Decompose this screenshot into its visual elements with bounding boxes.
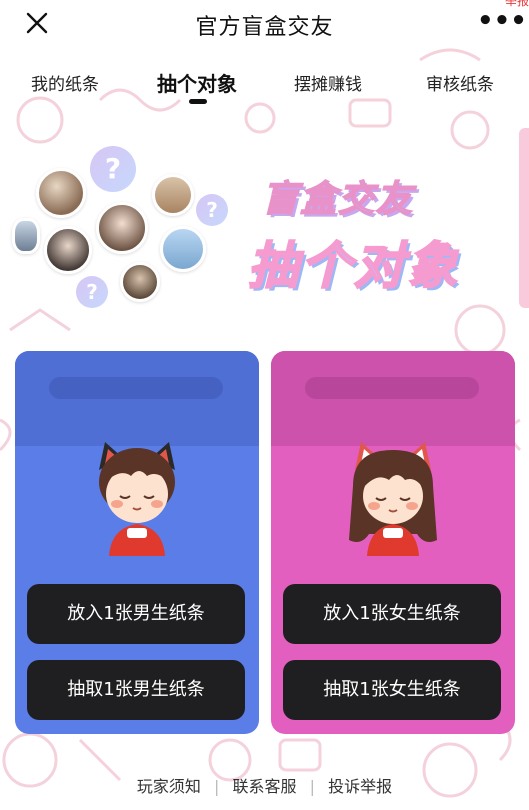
male-card: 放入1张男生纸条 抽取1张男生纸条 [15,351,259,734]
banner-side-strip [519,128,529,308]
avatar [152,174,194,216]
draw-female-note-button[interactable]: 抽取1张女生纸条 [283,660,501,720]
more-icon: ••• [477,6,527,36]
boy-avatar-icon [99,442,175,556]
tab-stall-earn[interactable]: 摆摊赚钱 [294,70,362,95]
avatar [44,226,92,274]
avatar [36,168,86,218]
tab-my-notes[interactable]: 我的纸条 [31,70,99,95]
active-tab-indicator [189,99,207,104]
avatar [160,226,206,272]
title-bar: 官方盲盒交友 举报 ••• [0,0,529,46]
card-header [271,351,515,446]
question-bubble: ? [196,194,228,226]
banner-title: 盲盒交友 [261,178,415,221]
tab-review-notes[interactable]: 审核纸条 [426,70,494,95]
banner-subtitle: 抽个对象 [247,236,460,296]
complaint-report-link[interactable]: 投诉举报 [328,773,392,797]
avatar [12,218,40,254]
card-slot [49,377,223,399]
card-slot [305,377,479,399]
female-card: 放入1张女生纸条 抽取1张女生纸条 [271,351,515,734]
page-title: 官方盲盒交友 [195,15,334,40]
girl-avatar-icon [349,442,437,556]
tab-draw-partner[interactable]: 抽个对象 [157,68,237,97]
question-bubble: ? [90,146,136,192]
contact-support-link[interactable]: 联系客服 [232,773,296,797]
put-male-note-button[interactable]: 放入1张男生纸条 [27,584,245,644]
hero-banner: ? ? ? 盲盒交友 抽个对象 [12,140,512,310]
more-button[interactable]: ••• [477,8,527,34]
avatar [96,202,148,254]
question-bubble: ? [76,276,108,308]
draw-male-note-button[interactable]: 抽取1张男生纸条 [27,660,245,720]
card-header [15,351,259,446]
footer-separator: | [309,777,315,796]
avatar [120,262,160,302]
player-notice-link[interactable]: 玩家须知 [137,773,201,797]
footer-links: 玩家须知 | 联系客服 | 投诉举报 [0,773,529,797]
put-female-note-button[interactable]: 放入1张女生纸条 [283,584,501,644]
tab-bar: 我的纸条 抽个对象 摆摊赚钱 审核纸条 [0,64,529,108]
footer-separator: | [214,777,220,796]
